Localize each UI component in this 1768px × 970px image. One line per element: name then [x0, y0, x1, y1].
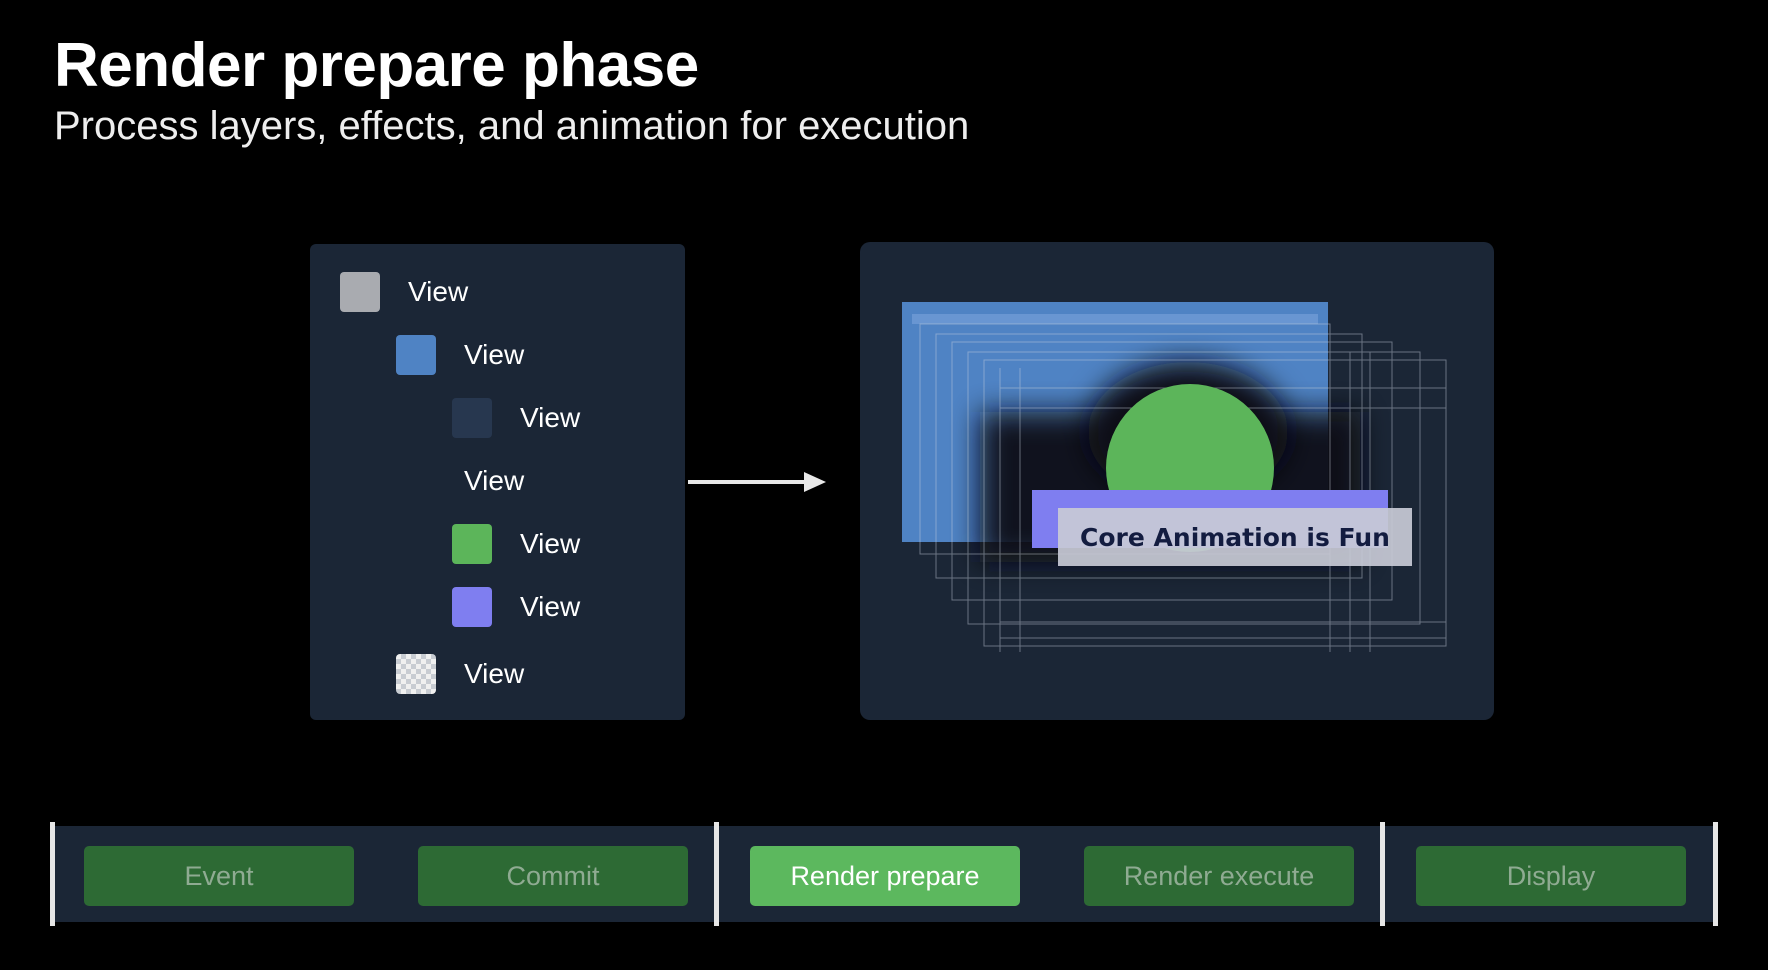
- caption-text: Core Animation is Fun: [1080, 522, 1390, 552]
- view-tree-item: View: [396, 459, 524, 503]
- stage-commit: Commit: [418, 846, 688, 906]
- stage-label: Render execute: [1123, 860, 1315, 891]
- view-label: View: [520, 591, 581, 622]
- view-tree-item: View: [452, 396, 580, 440]
- view-label: View: [464, 658, 525, 689]
- view-label: View: [464, 339, 525, 370]
- stage-label: Event: [184, 860, 254, 891]
- view-tree-item: View: [396, 333, 524, 377]
- pipeline-divider: [714, 822, 719, 926]
- stage-label: Display: [1506, 860, 1596, 891]
- view-label: View: [520, 528, 581, 559]
- gray-square-icon: [340, 272, 380, 312]
- blue-square-icon: [396, 335, 436, 375]
- stage-display: Display: [1416, 846, 1686, 906]
- empty-square-icon: [396, 461, 436, 501]
- stage-label: Commit: [506, 860, 600, 891]
- stage-label: Render prepare: [790, 860, 980, 891]
- view-tree-panel: View View View View View View View: [310, 244, 685, 720]
- text-layer: Core Animation is Fun: [1058, 508, 1412, 566]
- render-pipeline-bar: Event Commit Render prepare Render execu…: [50, 822, 1718, 926]
- view-label: View: [520, 402, 581, 433]
- navy-square-icon: [452, 398, 492, 438]
- view-tree-item: View: [340, 270, 468, 314]
- render-preview-panel: Core Animation is Fun: [860, 242, 1494, 720]
- view-tree-item: View: [452, 585, 580, 629]
- slide-subtitle: Process layers, effects, and animation f…: [54, 104, 970, 148]
- checkerboard-square-icon: [396, 654, 436, 694]
- slide-title: Render prepare phase: [54, 31, 699, 100]
- pipeline-divider: [1380, 822, 1385, 926]
- view-tree-item: View: [396, 652, 524, 696]
- pipeline-divider: [50, 822, 55, 926]
- view-label: View: [464, 465, 525, 496]
- purple-square-icon: [452, 587, 492, 627]
- green-square-icon: [452, 524, 492, 564]
- view-label: View: [408, 276, 469, 307]
- view-tree-item: View: [452, 522, 580, 566]
- stage-render-prepare: Render prepare: [750, 846, 1020, 906]
- pipeline-divider: [1713, 822, 1718, 926]
- right-arrow-icon: [688, 472, 826, 492]
- stage-render-execute: Render execute: [1084, 846, 1354, 906]
- layer-composite-graphic: [902, 302, 1447, 652]
- stage-event: Event: [84, 846, 354, 906]
